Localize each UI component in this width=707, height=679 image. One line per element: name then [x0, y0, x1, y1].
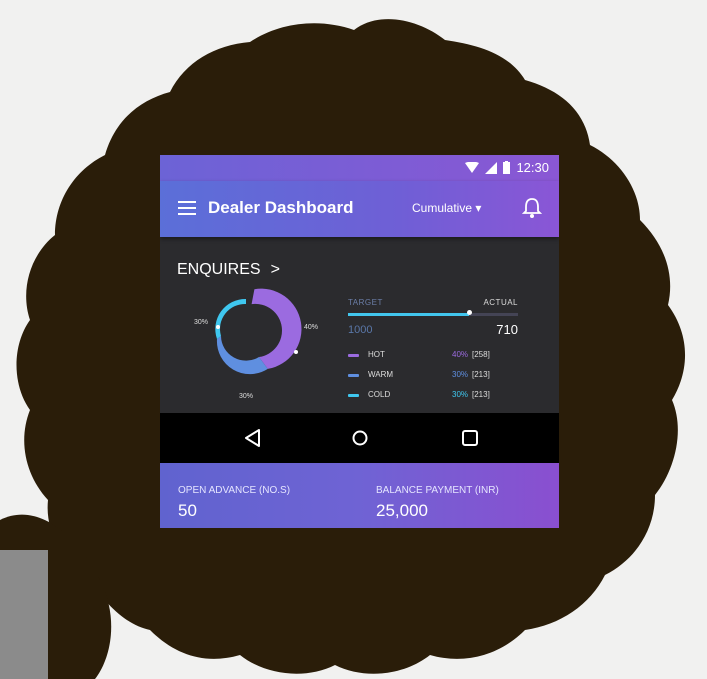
donut-marker	[294, 350, 298, 354]
legend-row-hot: HOT 40% [258]	[348, 350, 523, 370]
menu-icon[interactable]	[178, 201, 196, 215]
status-bar: 12:30	[160, 155, 559, 181]
enquires-title: ENQUIRES	[177, 261, 261, 278]
legend-swatch	[348, 394, 359, 397]
progress-fill	[348, 313, 469, 316]
legend-name: HOT	[368, 350, 385, 359]
signal-icon	[485, 161, 498, 174]
app-title: Dealer Dashboard	[208, 198, 354, 217]
balance-payment-label: BALANCE PAYMENT (INR)	[376, 485, 499, 496]
legend-row-warm: WARM 30% [213]	[348, 370, 523, 390]
open-advance-label: OPEN ADVANCE (NO.S)	[178, 485, 291, 496]
donut-segment-cold	[215, 298, 246, 339]
app-bar: Dealer Dashboard Cumulative ▾	[160, 181, 559, 237]
legend-row-cold: COLD 30% [213]	[348, 390, 523, 410]
legend-count: [213]	[472, 370, 490, 379]
phone-screen: 12:30 Dealer Dashboard Cumulative ▾ ENQU…	[160, 155, 559, 528]
legend-name: COLD	[368, 390, 391, 399]
status-time: 12:30	[516, 160, 549, 175]
legend-count: [258]	[472, 350, 490, 359]
bell-icon[interactable]	[522, 197, 542, 219]
side-panel-image	[0, 550, 48, 679]
chevron-down-icon: ▾	[475, 201, 482, 215]
legend-percent: 30%	[452, 370, 469, 379]
donut-label-cold: 30%	[194, 319, 208, 326]
target-label: TARGET	[348, 298, 383, 307]
donut-segment-hot	[251, 288, 302, 369]
legend-percent: 40%	[452, 350, 469, 359]
enquires-panel: ENQUIRES > 30% 40% 30% TARGET ACTUAL 1000…	[160, 237, 559, 413]
target-progress-bar	[348, 310, 518, 316]
battery-icon	[503, 161, 511, 174]
target-value: 1000	[348, 324, 373, 336]
cumulative-label: Cumulative	[412, 201, 473, 215]
chevron-right-icon: >	[270, 261, 280, 278]
back-icon[interactable]	[243, 428, 263, 448]
home-icon[interactable]	[350, 428, 370, 448]
recents-icon[interactable]	[460, 428, 480, 448]
legend-swatch	[348, 374, 359, 377]
enquires-donut-chart: 30% 40% 30%	[194, 288, 318, 400]
legend-name: WARM	[368, 370, 394, 379]
wifi-icon	[465, 161, 480, 173]
donut-label-hot: 40%	[304, 324, 318, 331]
legend-count: [213]	[472, 390, 490, 399]
donut-label-warm: 30%	[239, 393, 253, 400]
open-advance-value: 50	[178, 501, 197, 520]
balance-payment-value: 25,000	[376, 501, 428, 520]
cumulative-dropdown[interactable]: Cumulative ▾	[412, 201, 481, 215]
actual-value: 710	[496, 322, 518, 337]
progress-marker	[466, 310, 472, 315]
legend-swatch	[348, 354, 359, 357]
enquires-legend: HOT 40% [258] WARM 30% [213] COLD 30% [2…	[348, 350, 523, 410]
donut-segment-warm	[216, 336, 268, 375]
android-nav-bar	[160, 413, 559, 463]
legend-percent: 30%	[452, 390, 469, 399]
stats-bar: OPEN ADVANCE (NO.S) 50 BALANCE PAYMENT (…	[160, 463, 559, 528]
donut-marker	[216, 325, 220, 329]
actual-label: ACTUAL	[483, 298, 518, 307]
